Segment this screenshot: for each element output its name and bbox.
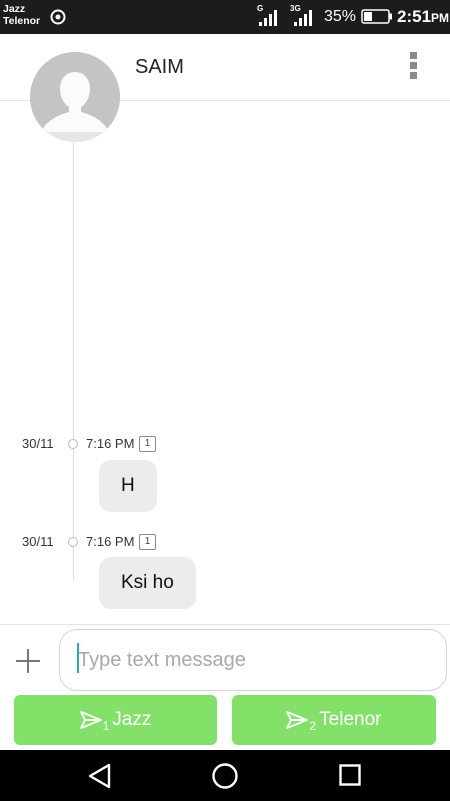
send-button-label: Jazz bbox=[112, 709, 152, 730]
battery-percentage: 35% bbox=[324, 8, 357, 25]
send-icon bbox=[79, 711, 102, 729]
carrier-names: Jazz Telenor bbox=[3, 3, 40, 27]
back-icon[interactable] bbox=[87, 762, 113, 790]
hotspot-icon bbox=[50, 9, 66, 25]
carrier-1: Jazz bbox=[3, 3, 26, 15]
timeline-dot bbox=[68, 439, 78, 449]
contact-name[interactable]: SAIM bbox=[135, 56, 184, 79]
carrier-2: Telenor bbox=[3, 15, 41, 27]
sim-number: 2 bbox=[309, 719, 317, 733]
message-date: 30/11 bbox=[22, 534, 54, 549]
sim-badge: 1 bbox=[139, 534, 156, 550]
sim-number: 1 bbox=[102, 719, 110, 733]
message-time: 7:16 PM bbox=[86, 534, 135, 549]
navigation-bar bbox=[0, 750, 450, 801]
recent-apps-icon[interactable] bbox=[339, 764, 361, 786]
send-icon bbox=[286, 711, 309, 729]
battery-icon bbox=[361, 9, 392, 24]
text-cursor bbox=[77, 643, 79, 673]
clock: 2:51PM bbox=[397, 7, 449, 27]
signal-icon bbox=[294, 10, 312, 26]
home-icon[interactable] bbox=[211, 762, 239, 790]
message-input[interactable] bbox=[59, 629, 447, 691]
message-bubble[interactable]: Ksi ho bbox=[99, 557, 196, 609]
contact-avatar[interactable] bbox=[30, 52, 120, 142]
send-button-sim2[interactable]: 2 Telenor bbox=[232, 695, 436, 745]
person-icon bbox=[30, 52, 120, 142]
message-time: 7:16 PM bbox=[86, 436, 135, 451]
sim-badge: 1 bbox=[139, 436, 156, 452]
message-bubble[interactable]: H bbox=[99, 460, 157, 512]
send-button-sim1[interactable]: 1 Jazz bbox=[14, 695, 217, 745]
composer: 1 Jazz 2 Telenor bbox=[0, 624, 450, 750]
send-button-label: Telenor bbox=[319, 709, 382, 730]
message-date: 30/11 bbox=[22, 436, 54, 451]
timeline-line bbox=[73, 140, 74, 580]
timeline-dot bbox=[68, 537, 78, 547]
clock-suffix: PM bbox=[431, 11, 450, 25]
more-vert-icon[interactable] bbox=[404, 52, 422, 84]
status-bar: Jazz Telenor G 3G 35% 2:51PM bbox=[0, 0, 450, 34]
clock-time: 2:51 bbox=[397, 7, 432, 26]
signal-icon bbox=[259, 10, 277, 26]
plus-icon[interactable] bbox=[14, 647, 42, 675]
